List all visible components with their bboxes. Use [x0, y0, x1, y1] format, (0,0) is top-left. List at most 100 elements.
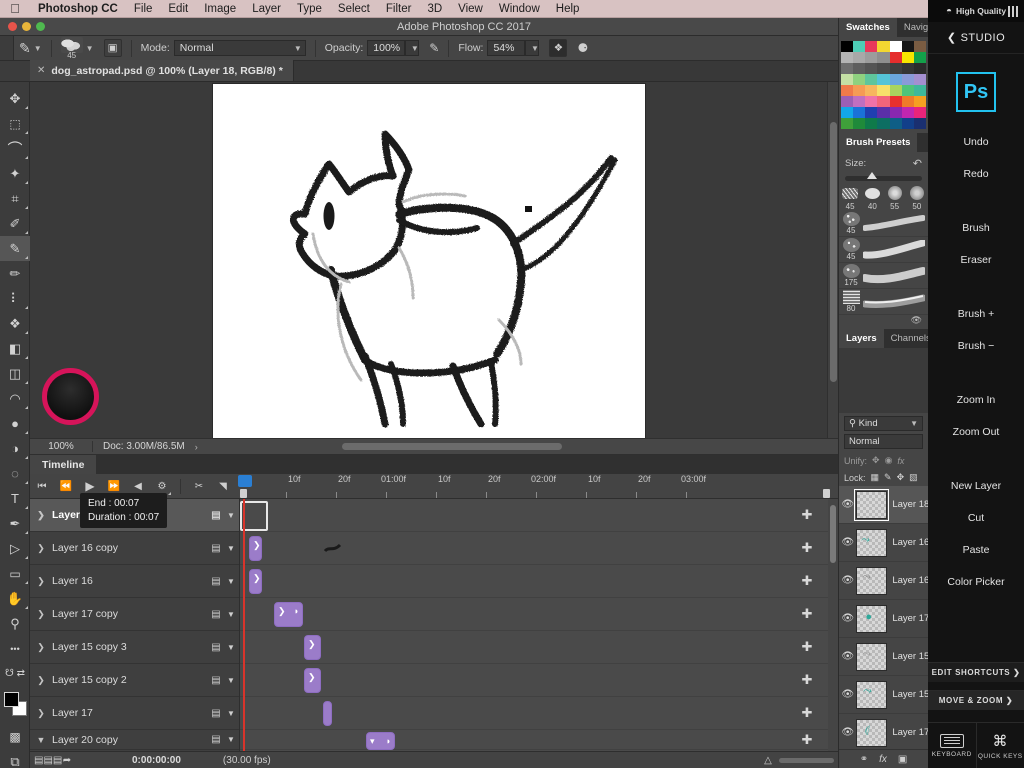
color-swatch-2[interactable]	[865, 41, 878, 52]
current-tool-preset[interactable]: ✎ ▼	[14, 36, 47, 60]
chevron-down-icon[interactable]: ▼	[86, 44, 94, 53]
layer-thumbnail[interactable]: ⤳	[856, 566, 888, 595]
timeline-row-3[interactable]: ❯ Layer 17 copy ▤ ▼	[30, 598, 239, 631]
scrollbar-thumb[interactable]	[341, 443, 562, 450]
tab-brush-presets[interactable]: Brush Presets	[839, 133, 918, 152]
opacity-stepper[interactable]: ▼	[405, 40, 420, 56]
foreground-color-swatch[interactable]	[4, 692, 19, 707]
layer-mask-icon[interactable]: ▣	[898, 754, 907, 765]
blur-tool[interactable]: ●	[0, 411, 30, 436]
color-swatch-32[interactable]	[889, 85, 902, 96]
clip-left-handle[interactable]: ❯	[308, 672, 316, 683]
move-tool[interactable]: ✥	[0, 86, 30, 111]
document-tab[interactable]: ✕ dog_astropad.psd @ 100% (Layer 18, RGB…	[30, 60, 294, 81]
color-swatch-29[interactable]	[853, 85, 866, 96]
chevron-down-icon[interactable]: ▼	[227, 676, 239, 685]
color-swatch-27[interactable]	[913, 74, 926, 85]
layer-row-0[interactable]: 👁 Layer 18	[839, 486, 928, 524]
color-swatch-15[interactable]	[853, 63, 866, 74]
quick-mask-button[interactable]: ▩	[0, 724, 30, 749]
color-swatch-22[interactable]	[853, 74, 866, 85]
color-swatch-30[interactable]	[865, 85, 878, 96]
timeline-tracks[interactable]: ✚ ❯ ✚ ❯ ✚ ❯ ◗ ✚ ❯ ✚ ❯ ✚ ✚ ▾ ◗ ✚	[240, 499, 838, 751]
chevron-down-icon[interactable]: ▼	[227, 511, 239, 520]
menu-item-layer[interactable]: Layer	[244, 0, 289, 18]
brush-panel-toggle-button[interactable]: ▣	[99, 36, 127, 60]
studio-action-zoom-out[interactable]: Zoom Out	[928, 416, 1024, 448]
color-swatch-4[interactable]	[889, 41, 902, 52]
menu-item-type[interactable]: Type	[289, 0, 330, 18]
timeline-clip[interactable]: ❯	[249, 536, 262, 561]
split-at-playhead-button[interactable]: ✂	[187, 474, 211, 499]
work-area-bar[interactable]	[240, 489, 830, 498]
brush-tip-3[interactable]: 50	[906, 182, 928, 211]
layer-kind-filter[interactable]: ⚲ Kind ▼	[844, 416, 923, 431]
keyboard-button[interactable]: KEYBOARD	[928, 723, 976, 768]
disclosure-triangle-icon[interactable]: ▼	[30, 735, 52, 745]
studio-action-brush-decrease[interactable]: Brush −	[928, 330, 1024, 362]
timeline-vertical-scrollbar[interactable]	[828, 499, 838, 751]
zoom-level[interactable]: 100%	[30, 441, 92, 452]
color-swatch-23[interactable]	[865, 74, 878, 85]
color-swatch-39[interactable]	[889, 96, 902, 107]
pencil-tool[interactable]: ✏	[0, 261, 30, 286]
color-swatch-31[interactable]	[877, 85, 890, 96]
tab-layers[interactable]: Layers	[839, 329, 884, 348]
color-swatch-41[interactable]	[913, 96, 926, 107]
blend-mode-select[interactable]: Normal ▼	[173, 40, 306, 56]
color-swatch-3[interactable]	[877, 41, 890, 52]
more-tools-button[interactable]: •••	[0, 636, 30, 661]
gradient-tool[interactable]: ◫	[0, 361, 30, 386]
eye-icon[interactable]: 👁	[839, 575, 856, 586]
plus-icon[interactable]: ✚	[800, 640, 814, 654]
opacity-input[interactable]: 100%	[367, 40, 406, 56]
clip-left-handle[interactable]: ▾	[370, 736, 375, 747]
layer-thumbnail[interactable]	[854, 488, 890, 521]
layer-thumbnail[interactable]: ⤳	[856, 528, 888, 557]
render-video-button[interactable]: ➦	[56, 755, 78, 766]
timeline-clip-row-2[interactable]: ❯ ✚	[240, 565, 838, 598]
color-swatch-35[interactable]	[841, 96, 854, 107]
color-swatch-9[interactable]	[865, 52, 878, 63]
disclosure-triangle-icon[interactable]: ❯	[30, 576, 52, 587]
chevron-down-icon[interactable]: ▼	[227, 709, 239, 718]
slider-thumb[interactable]	[866, 172, 877, 179]
color-swatch-25[interactable]	[889, 74, 902, 85]
layer-row-4[interactable]: 👁 ⤳ Layer 15	[839, 638, 928, 676]
timeline-row-1[interactable]: ❯ Layer 16 copy ▤ ▼	[30, 532, 239, 565]
color-swatch-40[interactable]	[901, 96, 914, 107]
link-layers-icon[interactable]: ⚭	[860, 754, 868, 765]
disclosure-triangle-icon[interactable]: ❯	[30, 510, 52, 521]
shape-tool[interactable]: ▭	[0, 561, 30, 586]
options-bar-grip[interactable]	[0, 36, 14, 60]
chevron-down-icon[interactable]: ▼	[34, 44, 42, 53]
playhead-handle[interactable]	[238, 475, 252, 487]
filmstrip-icon[interactable]: ▤	[205, 642, 227, 653]
eye-icon[interactable]: 👁	[839, 537, 856, 548]
studio-action-eraser[interactable]: Eraser	[928, 244, 1024, 276]
color-swatch-52[interactable]	[877, 118, 890, 129]
chevron-down-icon[interactable]: ▼	[227, 544, 239, 553]
color-swatch-6[interactable]	[913, 41, 926, 52]
color-swatch-53[interactable]	[889, 118, 902, 129]
filmstrip-icon[interactable]: ▤	[205, 543, 227, 554]
menu-item-select[interactable]: Select	[330, 0, 378, 18]
studio-action-new-layer[interactable]: New Layer	[928, 470, 1024, 502]
studio-action-color-picker[interactable]: Color Picker	[928, 566, 1024, 598]
timeline-row-7[interactable]: ▼ Layer 20 copy ▤ ▼	[30, 730, 239, 750]
color-swatch-33[interactable]	[901, 85, 914, 96]
timeline-row-6[interactable]: ❯ Layer 17 ▤ ▼	[30, 697, 239, 730]
flow-stepper[interactable]: ▼	[525, 40, 540, 56]
move-lock-icon[interactable]: ✥	[897, 472, 905, 483]
timeline-ruler[interactable]: 10f 20f 01:00f 10f 20f 02:00f 10f 20f 03…	[238, 474, 838, 499]
color-swatch-8[interactable]	[853, 52, 866, 63]
status-expand-arrow[interactable]: ›	[195, 442, 198, 452]
layer-thumbnail[interactable]: ⤳	[856, 642, 888, 671]
chevron-down-icon[interactable]: ▼	[227, 610, 239, 619]
color-swatch-45[interactable]	[877, 107, 890, 118]
brush-tip-0[interactable]: 45	[839, 182, 861, 211]
brush-tip-2[interactable]: 55	[884, 182, 906, 211]
layer-blend-mode-select[interactable]: Normal	[844, 434, 923, 449]
magic-wand-tool[interactable]: ✦	[0, 161, 30, 186]
eye-icon[interactable]: 👁	[839, 499, 856, 510]
